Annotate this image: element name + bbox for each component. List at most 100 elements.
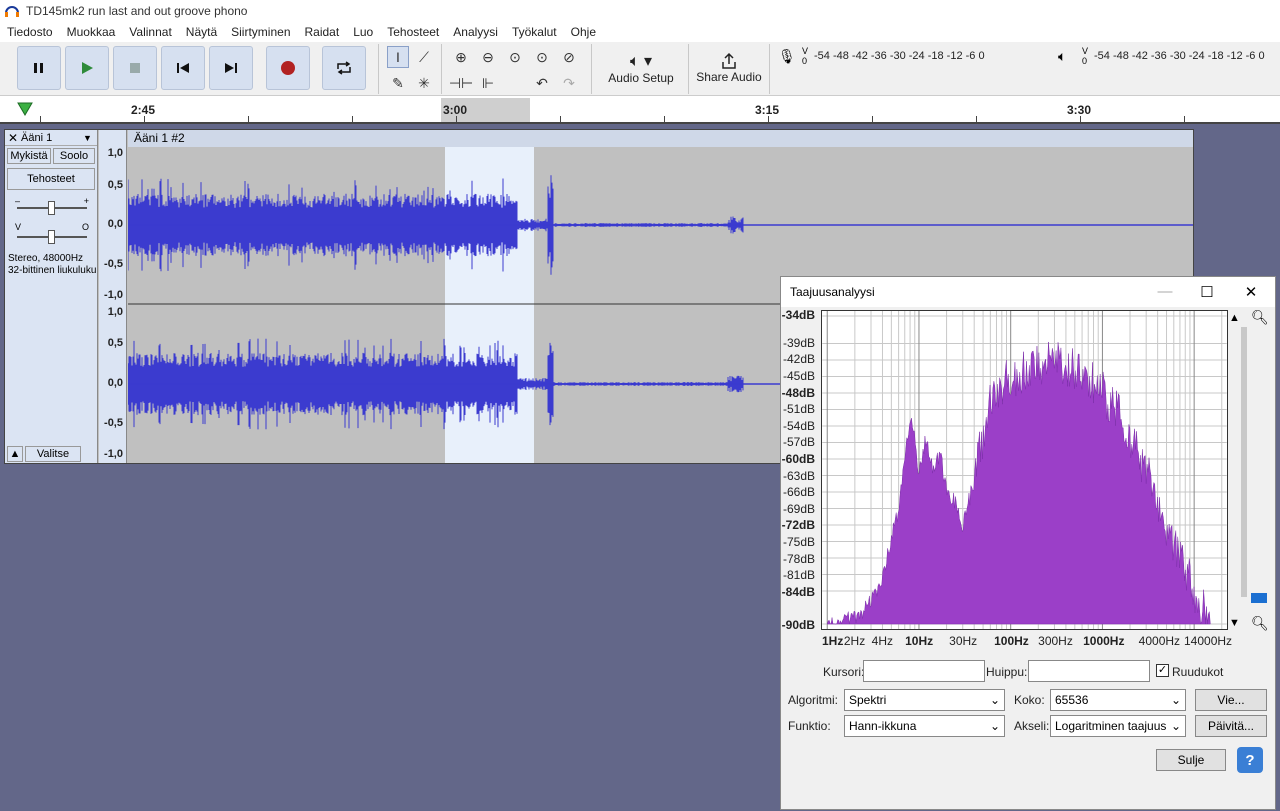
share-audio-label: Share Audio <box>696 70 761 84</box>
track-name[interactable]: Ääni 1 <box>21 132 83 144</box>
multi-tool-icon[interactable]: ✳ <box>413 72 435 94</box>
silence-selection-icon[interactable]: ⊩ <box>477 72 499 94</box>
audio-setup-button[interactable]: 🔈︎ ▾ Audio Setup <box>598 46 684 90</box>
record-button[interactable] <box>266 46 310 90</box>
zoom-toggle-icon[interactable]: ⊘ <box>558 46 580 68</box>
zoom-in-icon[interactable]: ⊕ <box>450 46 472 68</box>
scale-top-label: 1,0 <box>108 147 123 159</box>
collapse-track-icon[interactable]: ▲ <box>7 446 23 462</box>
menu-file[interactable]: Tiedosto <box>0 22 60 42</box>
menu-help[interactable]: Ohje <box>564 22 603 42</box>
axis-select[interactable]: Logaritminen taajuus ⌄ <box>1050 715 1186 737</box>
menu-bar: Tiedosto Muokkaa Valinnat Näytä Siirtymi… <box>0 22 1280 42</box>
menu-edit[interactable]: Muokkaa <box>60 22 123 42</box>
loop-button[interactable] <box>322 46 366 90</box>
close-track-icon[interactable]: ✕ <box>5 131 21 145</box>
scroll-down-icon[interactable]: ▼ <box>1229 617 1240 629</box>
record-meter-scale: -54 -48 -42 -36 -30 -24 -18 -12 -6 0 <box>814 50 985 62</box>
draw-tool-icon[interactable]: ✎ <box>387 72 409 94</box>
selection-tool-icon[interactable]: I <box>387 46 409 68</box>
zoom-out-icon[interactable]: 🔍︎ <box>1251 615 1269 632</box>
menu-transport[interactable]: Siirtyminen <box>224 22 297 42</box>
vertical-range-slider[interactable] <box>1241 327 1247 597</box>
menu-effect[interactable]: Tehosteet <box>380 22 446 42</box>
record-meter[interactable]: 🎙︎ V0 -54 -48 -42 -36 -30 -24 -18 -12 -6… <box>778 44 1048 68</box>
refresh-button[interactable]: Päivitä... <box>1195 715 1267 737</box>
grid-checkbox[interactable]: ✓ <box>1156 664 1169 677</box>
menu-analyze[interactable]: Analyysi <box>446 22 505 42</box>
zoom-selection-icon[interactable]: ⊙ <box>504 46 526 68</box>
algorithm-label: Algoritmi: <box>788 693 838 707</box>
algorithm-select[interactable]: Spektri ⌄ <box>844 689 1005 711</box>
track-info-format: Stereo, 48000Hz <box>8 253 98 265</box>
clip-name[interactable]: Ääni 1 #2 <box>128 130 1193 147</box>
zoom-out-icon[interactable]: ⊖ <box>477 46 499 68</box>
help-button[interactable]: ? <box>1237 747 1263 773</box>
menu-view[interactable]: Näytä <box>179 22 224 42</box>
chevron-down-icon: ⌄ <box>1171 719 1181 733</box>
spectrum-y-label: -84dB <box>782 585 815 599</box>
ruler-tick <box>1080 116 1081 122</box>
chevron-down-icon: ⌄ <box>990 719 1000 733</box>
pause-button[interactable] <box>17 46 61 90</box>
peak-field[interactable] <box>1028 660 1150 682</box>
spectrum-x-label: 14000Hz <box>1184 634 1232 648</box>
track-controls: ✕ Ääni 1 ▼ Mykistä Soolo Tehosteet – + VO… <box>5 130 98 463</box>
timeline-ruler[interactable]: 2:45 3:00 3:15 3:30 <box>0 96 1280 124</box>
scale-bottom-label: -1,0 <box>104 448 123 460</box>
skip-end-icon <box>223 61 239 75</box>
close-button[interactable]: Sulje <box>1156 749 1226 771</box>
cursor-field[interactable] <box>863 660 985 682</box>
gain-slider-thumb[interactable] <box>48 201 55 215</box>
function-value: Hann-ikkuna <box>849 719 916 733</box>
scroll-up-icon[interactable]: ▲ <box>1229 312 1240 324</box>
zoom-fit-icon[interactable]: ⊙ <box>531 46 553 68</box>
close-icon[interactable]: ✕ <box>1241 283 1261 301</box>
play-button[interactable] <box>65 46 109 90</box>
menu-select[interactable]: Valinnat <box>122 22 178 42</box>
scale-top-label: -1,0 <box>104 289 123 301</box>
effects-button[interactable]: Tehosteet <box>7 168 95 190</box>
track-info: Stereo, 48000Hz 32-bittinen liukuluku <box>8 253 98 277</box>
function-select[interactable]: Hann-ikkuna ⌄ <box>844 715 1005 737</box>
export-button[interactable]: Vie... <box>1195 689 1267 711</box>
ruler-tick <box>560 116 561 122</box>
ruler-tick <box>664 116 665 122</box>
minimize-icon[interactable]: — <box>1155 283 1175 300</box>
spectrum-plot[interactable] <box>821 310 1228 630</box>
trim-outside-icon[interactable]: ⊣⊢ <box>450 72 472 94</box>
select-track-button[interactable]: Valitse <box>25 446 81 462</box>
menu-tracks[interactable]: Raidat <box>298 22 347 42</box>
skip-start-button[interactable] <box>161 46 205 90</box>
share-audio-button[interactable]: Share Audio <box>693 46 765 90</box>
pan-slider-thumb[interactable] <box>48 230 55 244</box>
amplitude-scale[interactable]: 1,0 0,5 0,0 -0,5 -1,0 1,0 0,5 0,0 -0,5 -… <box>99 130 127 463</box>
spectrum-x-label: 10Hz <box>905 634 933 648</box>
ruler-label-3: 3:15 <box>755 103 779 117</box>
undo-icon[interactable]: ↶ <box>531 72 553 94</box>
spectrum-y-label: -81dB <box>783 568 815 582</box>
spectrum-y-label: -72dB <box>782 518 815 532</box>
ruler-tick <box>1184 116 1185 122</box>
stop-button[interactable] <box>113 46 157 90</box>
track-menu-chevron-icon[interactable]: ▼ <box>83 133 97 143</box>
spectrum-x-label: 2Hz <box>844 634 865 648</box>
redo-icon[interactable]: ↷ <box>558 72 580 94</box>
solo-button[interactable]: Soolo <box>53 148 95 164</box>
range-slider-thumb[interactable] <box>1251 593 1267 603</box>
spectrum-x-label: 4Hz <box>872 634 893 648</box>
playback-meter[interactable]: 🔈︎ V0 -54 -48 -42 -36 -30 -24 -18 -12 -6… <box>1058 44 1280 68</box>
ruler-tick <box>768 116 769 122</box>
mute-button[interactable]: Mykistä <box>7 148 51 164</box>
envelope-tool-icon[interactable]: ⟋ <box>413 46 435 68</box>
maximize-icon[interactable]: ☐ <box>1197 283 1217 301</box>
menu-tools[interactable]: Työkalut <box>505 22 564 42</box>
zoom-in-icon[interactable]: 🔍︎ <box>1251 309 1269 326</box>
timeline-play-head-icon[interactable] <box>16 101 34 117</box>
menu-generate[interactable]: Luo <box>346 22 380 42</box>
axis-value: Logaritminen taajuus <box>1055 719 1166 733</box>
size-select[interactable]: 65536 ⌄ <box>1050 689 1186 711</box>
skip-end-button[interactable] <box>209 46 253 90</box>
pause-icon <box>32 61 46 75</box>
ruler-tick <box>872 116 873 122</box>
